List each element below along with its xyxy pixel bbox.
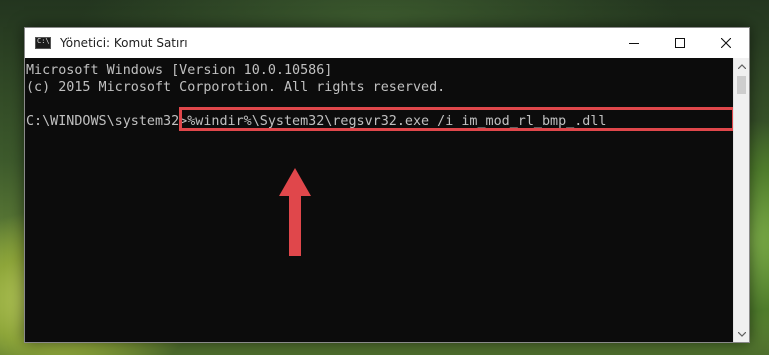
maximize-button[interactable]: [657, 28, 703, 58]
close-icon: [721, 38, 731, 48]
console-prompt: C:\WINDOWS\system32>: [26, 114, 188, 129]
scroll-down-icon: [738, 331, 746, 337]
title-bar[interactable]: Yönetici: Komut Satırı: [25, 28, 749, 58]
window-title: Yönetici: Komut Satırı: [60, 36, 188, 50]
window-controls: [611, 28, 749, 58]
console-line-copyright: (c) 2015 Microsoft Corporotion. All righ…: [26, 80, 446, 95]
maximize-icon: [675, 38, 685, 48]
scroll-up-icon: [738, 63, 746, 69]
console-output[interactable]: Microsoft Windows [Version 10.0.10586] (…: [25, 58, 735, 342]
minimize-icon: [629, 43, 639, 44]
scroll-thumb[interactable]: [737, 76, 746, 94]
command-prompt-window: Yönetici: Komut Satırı Microsoft Windows…: [24, 27, 750, 343]
cmd-app-icon[interactable]: [35, 37, 51, 49]
vertical-scrollbar[interactable]: [733, 58, 749, 342]
arrow-up-icon: [279, 168, 311, 256]
close-button[interactable]: [703, 28, 749, 58]
command-highlight-box: [179, 107, 735, 131]
minimize-button[interactable]: [611, 28, 657, 58]
console-line-version: Microsoft Windows [Version 10.0.10586]: [26, 63, 333, 78]
scroll-down-button[interactable]: [734, 326, 750, 342]
scroll-up-button[interactable]: [734, 58, 750, 74]
